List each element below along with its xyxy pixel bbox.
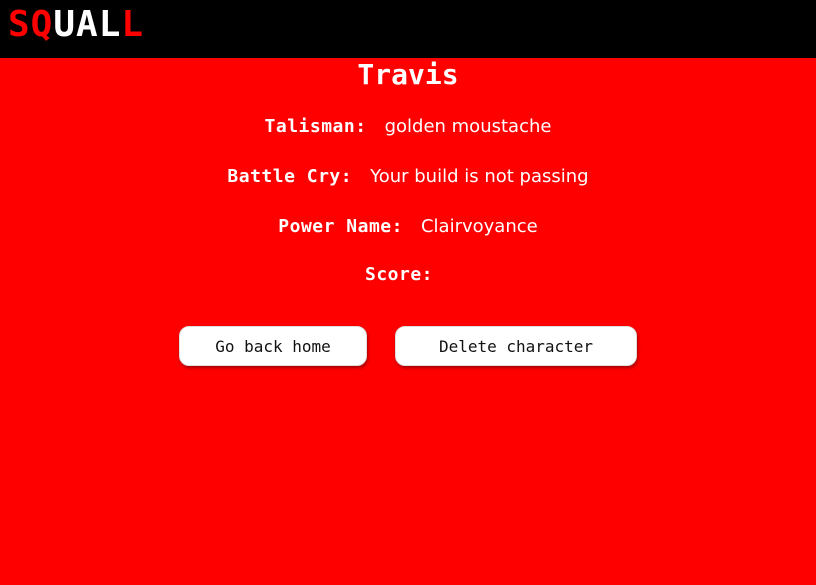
delete-character-button[interactable]: Delete character [395,326,637,366]
top-navbar: SQ UAL L [0,0,816,58]
logo-part-l: L [121,4,145,45]
battle-cry-value: Your build is not passing [370,166,589,187]
battle-cry-label: Battle Cry: [227,166,353,187]
action-buttons: Go back home Delete character [0,326,816,366]
talisman-label: Talisman: [264,116,367,137]
go-back-home-button[interactable]: Go back home [179,326,367,366]
score-row: Score: [0,264,816,285]
squall-logo[interactable]: SQ UAL L [8,4,145,45]
character-detail-panel [0,58,816,585]
power-name-value: Clairvoyance [420,216,538,237]
logo-part-ual: UAL [53,4,122,45]
character-name-heading: Travis [357,58,459,91]
battle-cry-row: Battle Cry: Your build is not passing [0,166,816,187]
talisman-row: Talisman: golden moustache [0,116,816,137]
talisman-value: golden moustache [384,116,552,137]
logo-part-sq: SQ [8,4,54,45]
power-name-row: Power Name: Clairvoyance [0,216,816,237]
score-label: Score: [364,264,434,285]
power-name-label: Power Name: [278,216,403,237]
